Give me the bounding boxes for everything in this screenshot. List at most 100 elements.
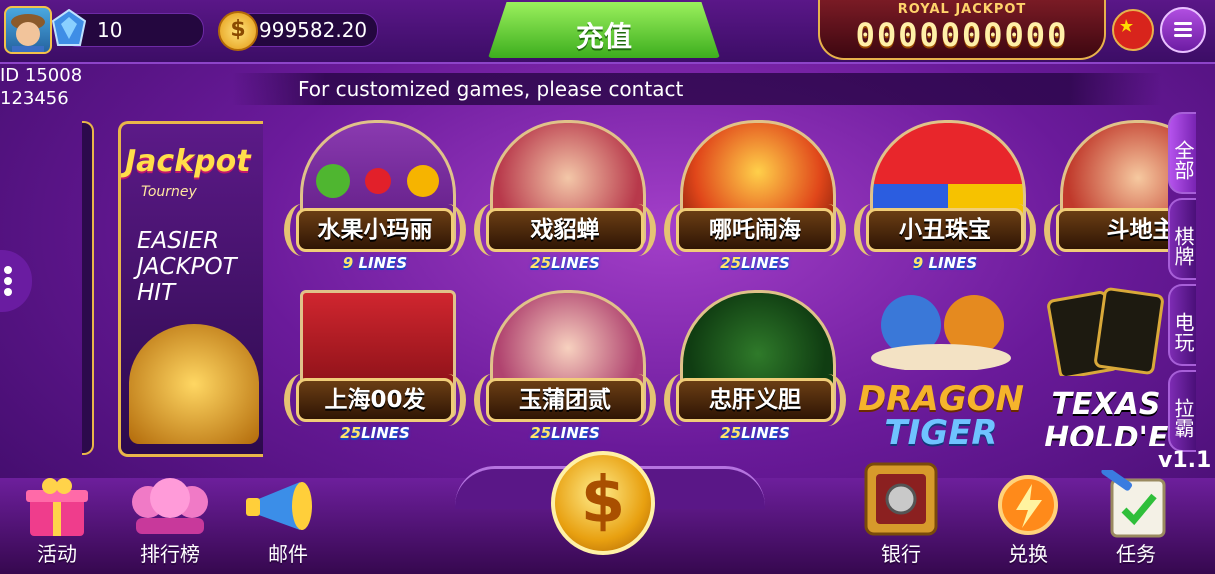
game-name: 水果小玛丽: [296, 208, 454, 252]
game-lines: 25LINES: [664, 424, 846, 442]
game-tile[interactable]: 戏貂蝉 25LINES: [474, 112, 656, 278]
megaphone-icon: [246, 482, 312, 530]
china-flag-icon: [1120, 19, 1133, 32]
lines-number: 9: [342, 254, 354, 272]
game-tile[interactable]: 玉蒲团贰 25LINES: [474, 282, 656, 448]
language-flag-button[interactable]: [1112, 9, 1154, 51]
game-lines: 9 LINES: [854, 254, 1036, 272]
mail-button[interactable]: 邮件: [236, 474, 340, 566]
game-name: 哪吒闹海: [676, 208, 834, 252]
lines-word: LINES: [361, 424, 410, 442]
royal-jackpot-panel: ROYAL JACKPOT 0000000000: [818, 0, 1106, 60]
menu-icon-line: [1174, 28, 1192, 31]
safe-icon: [864, 462, 938, 536]
jackpot-title: ROYAL JACKPOT: [897, 2, 1027, 17]
tasks-button[interactable]: 任务: [1094, 466, 1178, 566]
jackpot-tourney-banner[interactable]: Jackpot Tourney EASIER JACKPOT HIT: [118, 121, 263, 457]
lines-word: LINES: [923, 254, 978, 272]
game-name: 上海00发: [296, 378, 454, 422]
bank-button[interactable]: 银行: [856, 456, 946, 566]
tab-slots[interactable]: 拉霸: [1168, 370, 1196, 452]
avatar[interactable]: [4, 6, 52, 54]
tasks-label: 任务: [1116, 542, 1156, 566]
lines-number: 25: [530, 424, 552, 442]
logo-line1: TEXAS: [1051, 387, 1161, 422]
dots-icon: [4, 288, 12, 296]
jackpot-value: 0000000000: [855, 16, 1069, 54]
mail-label: 邮件: [268, 542, 308, 566]
game-name: 忠肝义胆: [676, 378, 834, 422]
logo-line2: HOLD'EM: [1044, 421, 1168, 447]
lines-number: 25: [720, 424, 742, 442]
dots-icon: [4, 266, 12, 274]
game-lines: 25LINES: [284, 424, 466, 442]
avatar-icon: [11, 14, 45, 52]
exchange-label: 兑换: [1008, 542, 1048, 566]
lines-word: LINES: [741, 424, 790, 442]
game-tile[interactable]: 忠肝义胆 25LINES: [664, 282, 846, 448]
lines-number: 25: [340, 424, 362, 442]
game-tile[interactable]: 小丑珠宝 9 LINES: [854, 112, 1036, 278]
bank-label: 银行: [881, 542, 921, 566]
game-name: 小丑珠宝: [866, 208, 1024, 252]
task-clipboard-icon: [1101, 466, 1166, 538]
game-tile[interactable]: 水果小玛丽 9 LINES: [284, 112, 466, 278]
more-options-button[interactable]: [0, 250, 32, 312]
coin-icon: $: [218, 11, 258, 51]
menu-button[interactable]: [1160, 7, 1206, 53]
game-name: 戏貂蝉: [486, 208, 644, 252]
game-name: 玉蒲团贰: [486, 378, 644, 422]
game-lines: 25LINES: [474, 254, 656, 272]
lines-number: 9: [912, 254, 924, 272]
tab-board-games[interactable]: 棋牌: [1168, 198, 1196, 280]
lines-word: LINES: [551, 254, 600, 272]
exchange-button[interactable]: 兑换: [986, 472, 1070, 566]
banner-title: Jackpot: [125, 144, 251, 179]
activity-label: 活动: [37, 542, 77, 566]
game-tile[interactable]: 哪吒闹海 25LINES: [664, 112, 846, 278]
game-name: 斗地主: [1056, 208, 1168, 252]
gem-icon: [52, 9, 86, 46]
gem-count: 10: [97, 18, 123, 42]
dragon-tiger-icon: [871, 295, 1011, 372]
player-id: ID 15008: [0, 65, 83, 86]
game-lines: 25LINES: [474, 424, 656, 442]
banner-prev-edge[interactable]: [82, 121, 94, 455]
activity-button[interactable]: 活动: [14, 474, 100, 566]
menu-icon: [1174, 22, 1192, 25]
banner-subtitle: Tourney: [141, 184, 197, 200]
notice-marquee: For customized games, please contact: [232, 73, 1162, 105]
exchange-coin-icon: [998, 475, 1058, 535]
player-number: 123456: [0, 88, 69, 109]
menu-icon-line: [1174, 34, 1192, 37]
lines-number: 25: [530, 254, 552, 272]
logo-line1: DRAGON: [858, 379, 1024, 419]
ranking-label: 排行榜: [140, 542, 200, 566]
playing-cards-icon: [1047, 287, 1164, 379]
ranking-button[interactable]: 排行榜: [120, 474, 220, 566]
gold-pot-icon: [129, 324, 259, 444]
lines-number: 25: [720, 254, 742, 272]
top-bar: 10 999582.20 $ 充值 ROYAL JACKPOT 00000000…: [0, 0, 1215, 64]
game-lines: 25LINES: [664, 254, 846, 272]
texas-holdem-tile[interactable]: TEXAS HOLD'EM: [1044, 286, 1168, 446]
shop-coin-button[interactable]: $: [551, 451, 655, 555]
dots-icon: [4, 277, 12, 285]
recharge-label: 充值: [575, 20, 632, 53]
banner-text: EASIER JACKPOT HIT: [137, 228, 237, 306]
dragon-tiger-tile[interactable]: DRAGON TIGER: [856, 280, 1026, 450]
lines-word: LINES: [741, 254, 790, 272]
logo-line2: TIGER: [884, 413, 998, 453]
recharge-button[interactable]: 充值: [488, 2, 720, 58]
lines-word: LINES: [353, 254, 408, 272]
game-lines: 9 LINES: [284, 254, 466, 272]
gift-box-icon: [26, 478, 88, 536]
category-tabs: 全部 棋牌 电玩 拉霸: [1168, 112, 1215, 456]
tab-arcade[interactable]: 电玩: [1168, 284, 1196, 366]
ranking-icon: [132, 478, 208, 534]
tab-all[interactable]: 全部: [1168, 112, 1196, 194]
game-tile[interactable]: 斗地主: [1044, 112, 1168, 278]
game-tile[interactable]: 上海00发 25LINES: [284, 282, 466, 448]
lines-word: LINES: [551, 424, 600, 442]
coin-balance-value: 999582.20: [259, 18, 368, 42]
